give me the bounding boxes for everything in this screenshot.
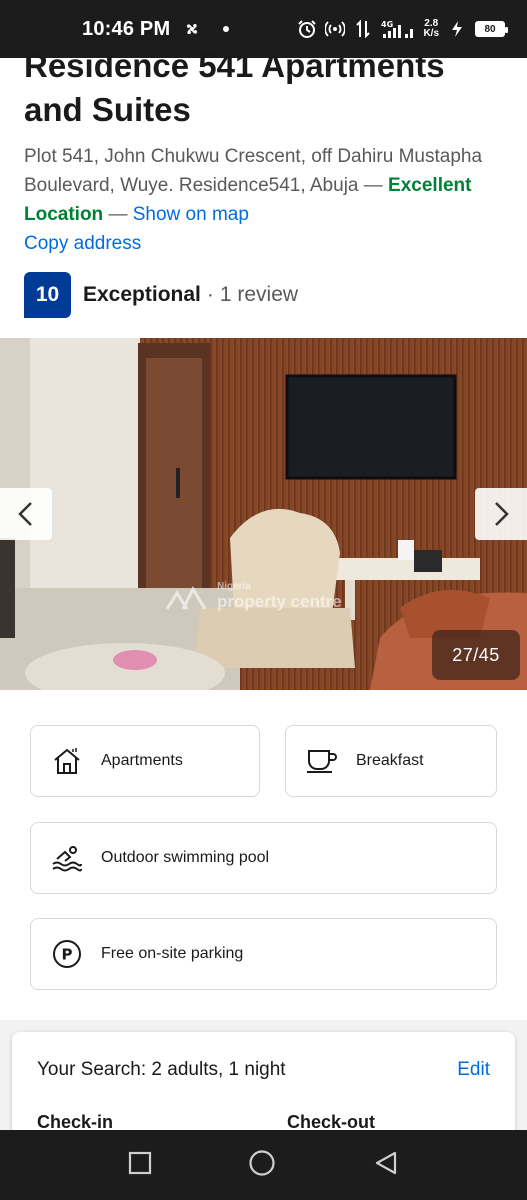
review-count: 1 review	[219, 283, 299, 306]
network-speed: 2.8 K/s	[423, 19, 439, 39]
triangle-back-icon	[375, 1151, 396, 1174]
back-button[interactable]	[373, 1150, 399, 1181]
network-speed-unit: K/s	[423, 28, 439, 39]
photo-counter: 27/45	[432, 630, 520, 680]
edit-search-button[interactable]: Edit	[457, 1059, 490, 1081]
svg-text:P: P	[62, 946, 73, 964]
search-summary-card: Your Search: 2 adults, 1 night Edit Chec…	[12, 1032, 515, 1142]
circle-icon	[249, 1149, 276, 1176]
watermark-logo-icon	[165, 585, 207, 610]
facility-label: Breakfast	[356, 752, 424, 769]
fan-icon	[182, 19, 202, 39]
search-summary: Your Search: 2 adults, 1 night	[37, 1059, 286, 1080]
show-on-map-link[interactable]: Show on map	[133, 204, 249, 225]
property-address-block: Plot 541, John Chukwu Crescent, off Dahi…	[0, 142, 527, 229]
property-title-line2: and Suites	[24, 91, 191, 128]
network-type-label: 4G	[381, 20, 393, 29]
recent-apps-button[interactable]	[128, 1151, 152, 1180]
signal-4g-icon: 4G	[381, 19, 415, 39]
property-header: Residence 541 Apartments and Suites Plot…	[0, 47, 527, 318]
square-icon	[129, 1151, 152, 1174]
status-time: 10:46 PM	[82, 17, 171, 40]
previous-photo-button[interactable]	[0, 488, 52, 540]
property-title-line1: Residence 541 Apartments	[24, 47, 445, 84]
dot-icon	[216, 19, 236, 39]
home-button[interactable]	[248, 1149, 276, 1182]
watermark-main-text: property centre	[217, 592, 342, 611]
charging-icon	[447, 19, 467, 39]
coffee-cup-icon	[306, 745, 338, 777]
facility-breakfast[interactable]: Breakfast	[285, 725, 497, 797]
copy-address-link[interactable]: Copy address	[0, 229, 527, 258]
facility-parking[interactable]: P Free on-site parking	[30, 918, 497, 990]
battery-level: 80	[484, 23, 496, 35]
hotspot-icon	[325, 19, 346, 39]
next-photo-button[interactable]	[475, 488, 527, 540]
facility-label: Outdoor swimming pool	[101, 849, 270, 866]
property-title: Residence 541 Apartments and Suites	[0, 44, 527, 132]
parking-icon: P	[51, 938, 83, 970]
swimming-icon	[51, 842, 83, 874]
watermark-top-text: Nigeria	[217, 581, 251, 592]
address-dash-1: —	[358, 175, 389, 196]
battery-indicator: 80	[475, 21, 508, 37]
facility-apartments[interactable]: Apartments	[30, 725, 260, 797]
rating-separator: ·	[206, 283, 214, 306]
chevron-right-icon	[495, 502, 509, 526]
data-transfer-icon	[353, 19, 373, 39]
alarm-icon	[297, 19, 317, 39]
system-navigation-bar	[0, 1130, 527, 1200]
rating-word: Exceptional	[83, 283, 201, 306]
apartment-icon	[51, 745, 83, 777]
facility-label: Apartments	[101, 752, 183, 769]
watermark: Nigeria property centre	[165, 582, 342, 612]
review-score-badge: 10	[24, 272, 71, 318]
rating-row[interactable]: 10 Exceptional · 1 review	[0, 272, 527, 318]
facility-outdoor-pool[interactable]: Outdoor swimming pool	[30, 822, 497, 894]
address-dash-2: —	[103, 204, 133, 225]
facility-label: Free on-site parking	[101, 945, 244, 962]
chevron-left-icon	[18, 502, 32, 526]
